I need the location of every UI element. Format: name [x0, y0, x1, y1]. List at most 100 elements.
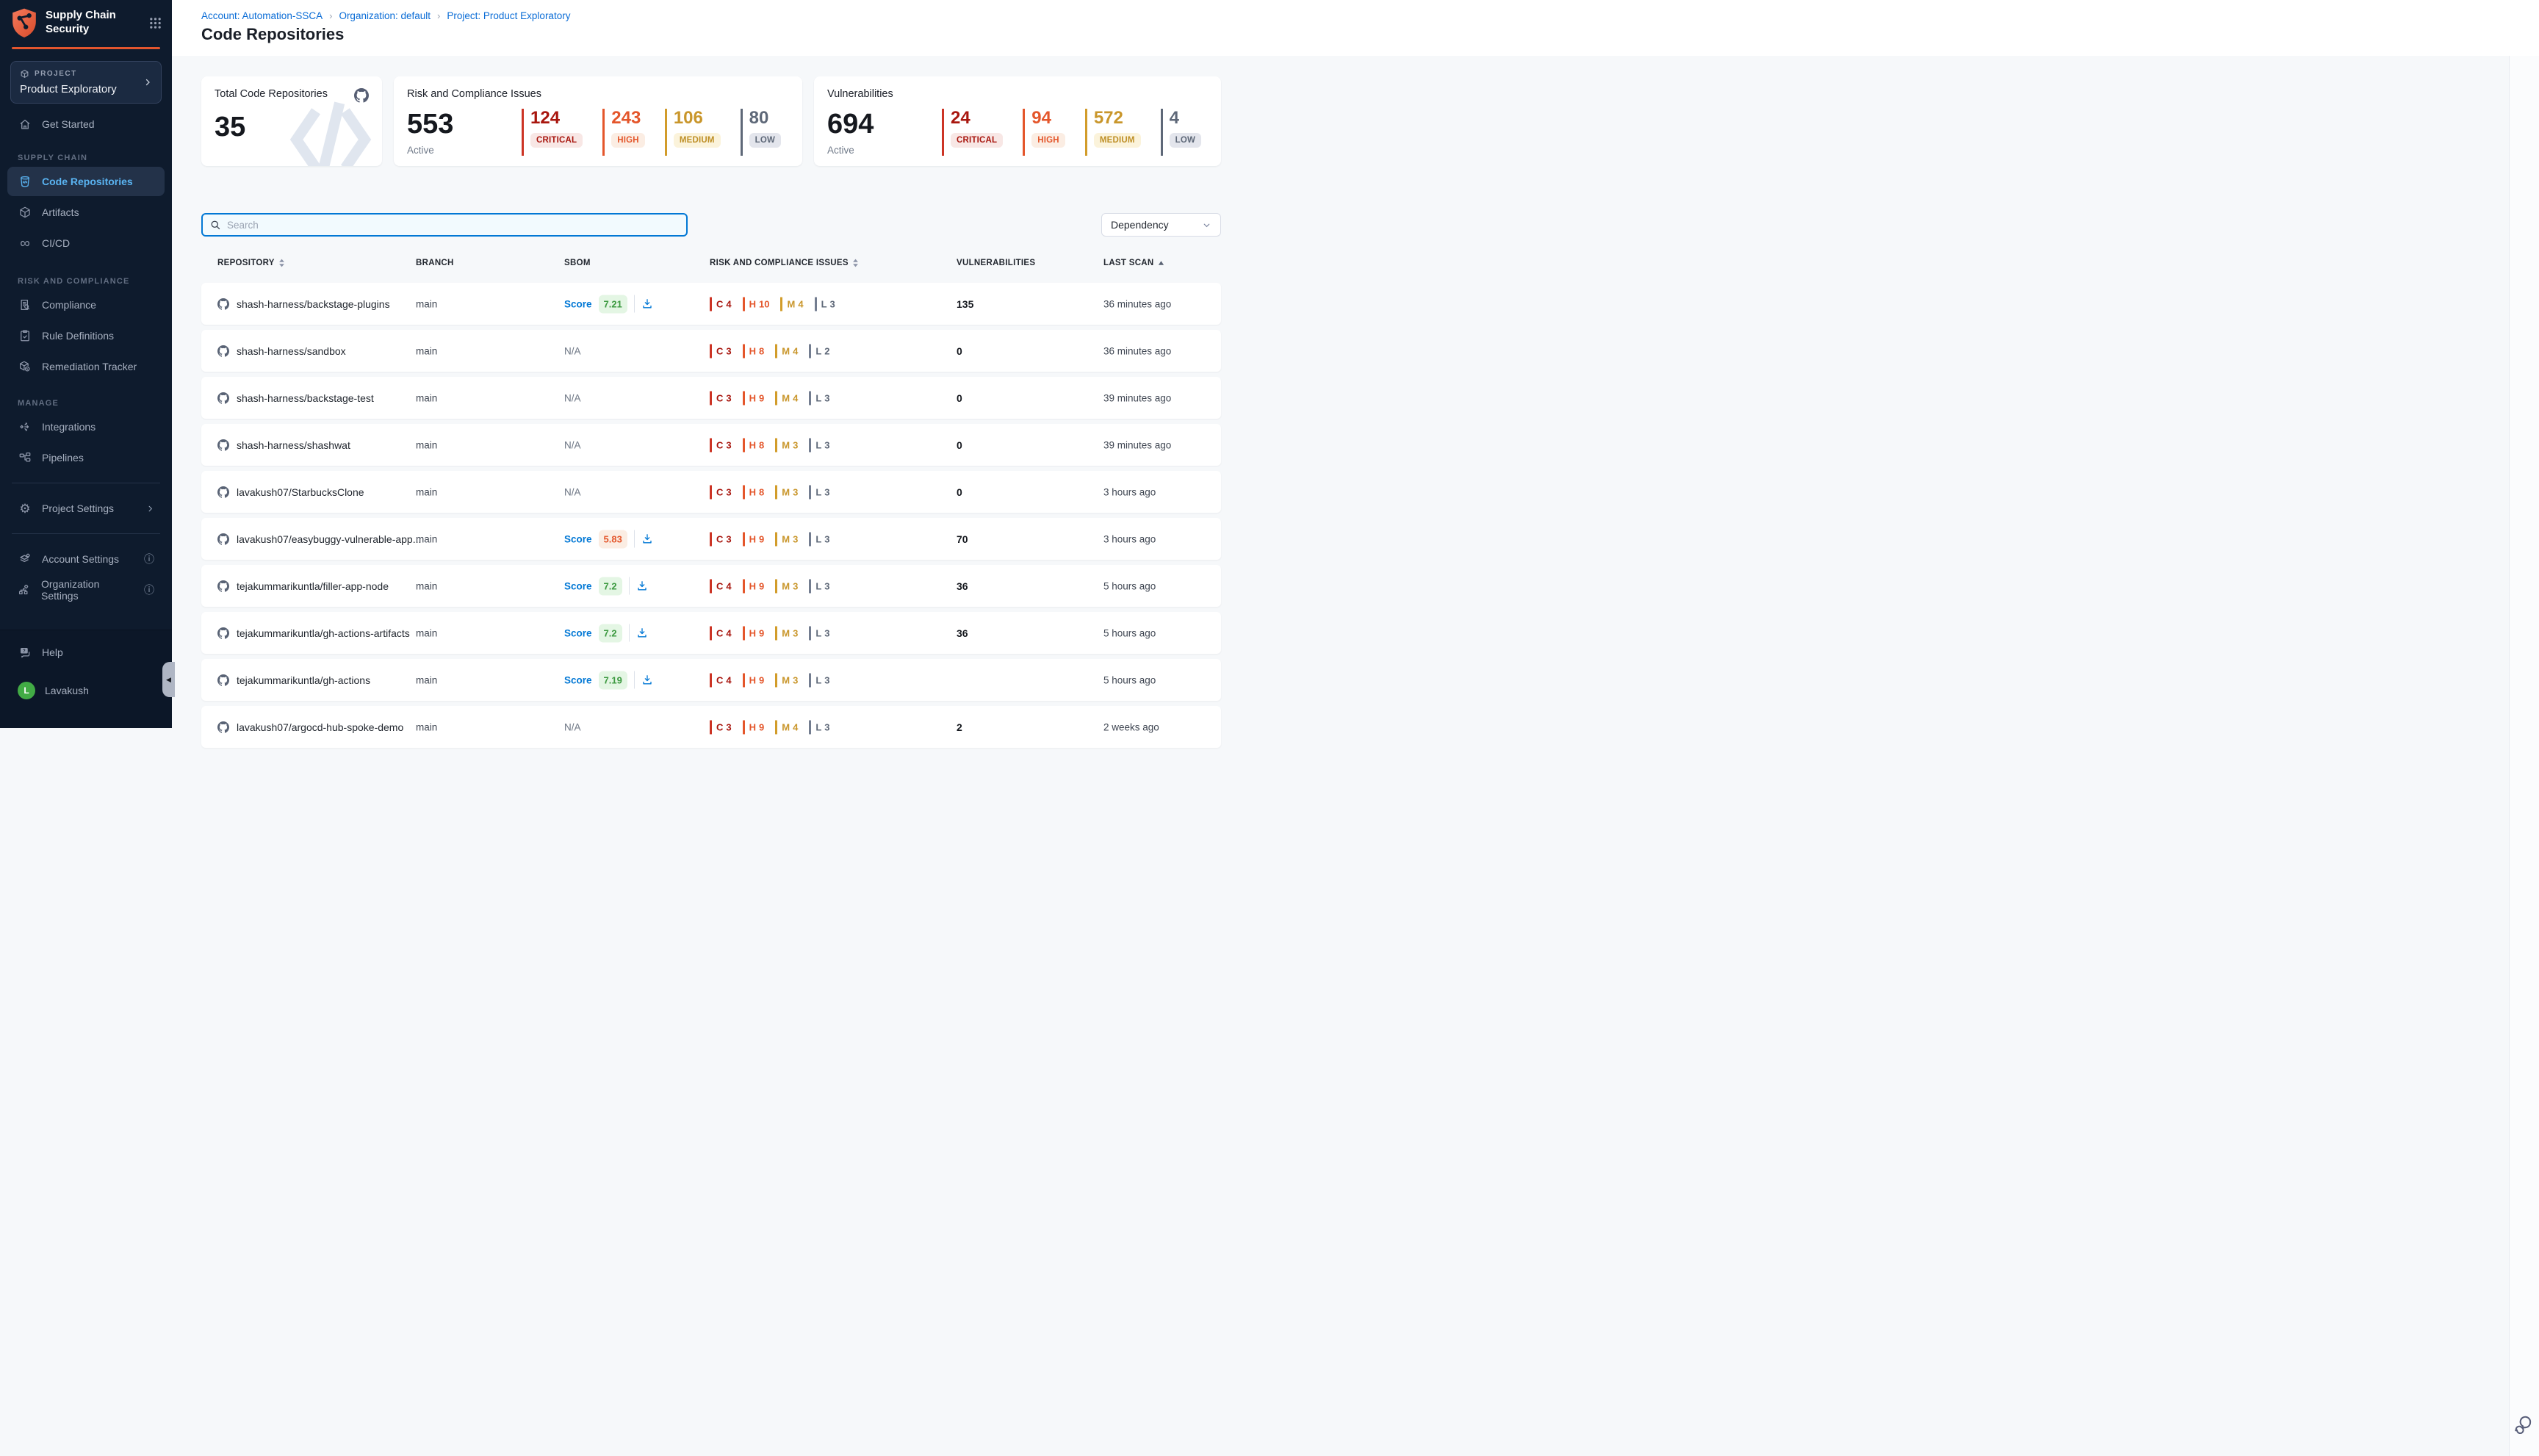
table-row[interactable]: tejakummarikuntla/gh-actions-artifacts m…: [201, 612, 1221, 654]
repo-name[interactable]: lavakush07/easybuggy-vulnerable-app...: [237, 533, 421, 545]
table-row[interactable]: lavakush07/StarbucksClone main N/A C3 H8…: [201, 471, 1221, 513]
column-branch: BRANCH: [416, 259, 454, 267]
sbom-score-value: 5.83: [599, 530, 627, 548]
branch-cell: main: [416, 674, 437, 685]
sort-asc-icon: [1158, 260, 1164, 266]
sidebar-item-cicd[interactable]: ∞ CI/CD: [7, 228, 165, 258]
sidebar-item-pipelines[interactable]: Pipelines: [7, 443, 165, 472]
sidebar-item-get-started[interactable]: Get Started: [7, 109, 165, 139]
branch-cell: main: [416, 345, 437, 356]
sidebar-item-code-repositories[interactable]: Code Repositories: [7, 167, 165, 196]
critical-chip: C4: [710, 626, 732, 640]
risk-issues-count: 553: [407, 110, 501, 138]
sort-both-icon: [852, 259, 859, 267]
sidebar-item-artifacts[interactable]: Artifacts: [7, 198, 165, 227]
repo-name[interactable]: lavakush07/argocd-hub-spoke-demo: [237, 721, 403, 733]
app-switcher-grid-icon[interactable]: [149, 17, 162, 29]
table-row[interactable]: shash-harness/shashwat main N/A C3 H8 M3…: [201, 424, 1221, 466]
low-stat: 80LOW: [741, 109, 781, 156]
download-sbom-icon[interactable]: [636, 627, 648, 639]
clipboard-check-icon: [18, 329, 32, 342]
medium-badge: MEDIUM: [674, 133, 721, 148]
sbom-score-value: 7.2: [599, 624, 622, 642]
repo-name[interactable]: shash-harness/backstage-plugins: [237, 298, 390, 310]
risk-cell: C3 H9 M4 L3: [710, 720, 830, 734]
search-input[interactable]: [227, 220, 679, 231]
download-sbom-icon[interactable]: [641, 298, 653, 310]
high-chip: H9: [743, 626, 765, 640]
breadcrumb-organization-link[interactable]: Organization: default: [339, 10, 431, 21]
medium-chip: M3: [775, 532, 798, 546]
column-repository[interactable]: REPOSITORY: [217, 259, 285, 267]
risk-cell: C3 H9 M4 L3: [710, 391, 830, 405]
last-scan-cell: 5 hours ago: [1103, 580, 1156, 591]
project-selector[interactable]: PROJECT Product Exploratory: [10, 61, 162, 104]
vulnerabilities-cell: 135: [957, 298, 973, 310]
infinity-icon: ∞: [18, 237, 32, 251]
medium-chip: M4: [775, 391, 798, 405]
sidebar-item-compliance[interactable]: Compliance: [7, 290, 165, 320]
repo-name[interactable]: lavakush07/StarbucksClone: [237, 486, 364, 498]
repo-name[interactable]: shash-harness/sandbox: [237, 345, 346, 357]
code-watermark-icon: [287, 101, 375, 166]
low-chip: L3: [815, 297, 835, 311]
repo-name[interactable]: shash-harness/backstage-test: [237, 392, 374, 404]
breadcrumb: Account: Automation-SSCA ›Organization: d…: [172, 0, 2539, 21]
sidebar-section-manage: MANAGE: [0, 399, 172, 408]
download-sbom-icon[interactable]: [641, 533, 653, 545]
sbom-score-value: 7.21: [599, 295, 627, 313]
sidebar-item-organization-settings[interactable]: Organization Settings ⓘ: [7, 575, 165, 605]
sidebar-item-label: Project Settings: [42, 502, 114, 514]
medium-chip: M4: [780, 297, 803, 311]
info-icon[interactable]: ⓘ: [144, 585, 154, 595]
app-logo-shield-icon: [10, 7, 38, 38]
table-row[interactable]: shash-harness/sandbox main N/A C3 H8 M4 …: [201, 330, 1221, 372]
divider: [629, 577, 630, 595]
sidebar-item-rule-definitions[interactable]: Rule Definitions: [7, 321, 165, 350]
repo-name[interactable]: tejakummarikuntla/gh-actions: [237, 674, 370, 686]
table-row[interactable]: lavakush07/easybuggy-vulnerable-app... m…: [201, 518, 1221, 560]
card-title: Total Code Repositories: [215, 88, 328, 100]
sidebar-item-integrations[interactable]: Integrations: [7, 412, 165, 442]
dropdown-value: Dependency: [1111, 219, 1169, 231]
home-icon: [18, 118, 32, 131]
table-row[interactable]: tejakummarikuntla/gh-actions main Score …: [201, 659, 1221, 701]
high-chip: H8: [743, 485, 765, 499]
table-row[interactable]: shash-harness/backstage-plugins main Sco…: [201, 283, 1221, 325]
download-sbom-icon[interactable]: [636, 580, 648, 592]
chat-question-icon: ?: [18, 646, 32, 659]
card-title: Vulnerabilities: [827, 88, 893, 100]
high-chip: H8: [743, 438, 765, 452]
column-risk-compliance[interactable]: RISK AND COMPLIANCE ISSUES: [710, 259, 859, 267]
sidebar-item-label: Rule Definitions: [42, 330, 114, 342]
breadcrumb-separator: ›: [431, 10, 447, 21]
table-row[interactable]: tejakummarikuntla/filler-app-node main S…: [201, 565, 1221, 607]
download-sbom-icon[interactable]: [641, 674, 653, 686]
dependency-filter-dropdown[interactable]: Dependency: [1101, 213, 1221, 237]
info-icon[interactable]: ⓘ: [144, 554, 154, 564]
sidebar-item-remediation-tracker[interactable]: Remediation Tracker: [7, 352, 165, 381]
low-count: 4: [1170, 109, 1201, 128]
repo-name[interactable]: tejakummarikuntla/filler-app-node: [237, 580, 389, 592]
repo-name[interactable]: tejakummarikuntla/gh-actions-artifacts: [237, 627, 410, 639]
table-row[interactable]: lavakush07/argocd-hub-spoke-demo main N/…: [201, 706, 1221, 748]
sbom-score-value: 7.2: [599, 577, 622, 595]
sidebar-item-account-settings[interactable]: Account Settings ⓘ: [7, 544, 165, 574]
table-row[interactable]: shash-harness/backstage-test main N/A C3…: [201, 377, 1221, 419]
sidebar-item-project-settings[interactable]: ⚙ Project Settings: [7, 494, 165, 523]
sidebar-collapse-handle[interactable]: ◀: [162, 662, 175, 697]
support-chat-icon[interactable]: [2513, 1414, 2533, 1434]
column-sbom: SBOM: [564, 259, 591, 267]
user-menu[interactable]: L Lavakush: [7, 676, 165, 705]
column-last-scan[interactable]: LAST SCAN: [1103, 259, 1164, 267]
critical-chip: C3: [710, 391, 732, 405]
share-arrows-icon: [18, 420, 32, 433]
cube-wrench-icon: [18, 360, 32, 373]
sbom-score-label: Score: [564, 674, 592, 685]
breadcrumb-account-link[interactable]: Account: Automation-SSCA: [201, 10, 323, 21]
sbom-score-label: Score: [564, 580, 592, 591]
total-repos-card: Total Code Repositories 35: [201, 76, 382, 166]
sidebar-item-help[interactable]: ? Help: [7, 638, 165, 667]
repo-name[interactable]: shash-harness/shashwat: [237, 439, 350, 451]
breadcrumb-project-link[interactable]: Project: Product Exploratory: [447, 10, 570, 21]
